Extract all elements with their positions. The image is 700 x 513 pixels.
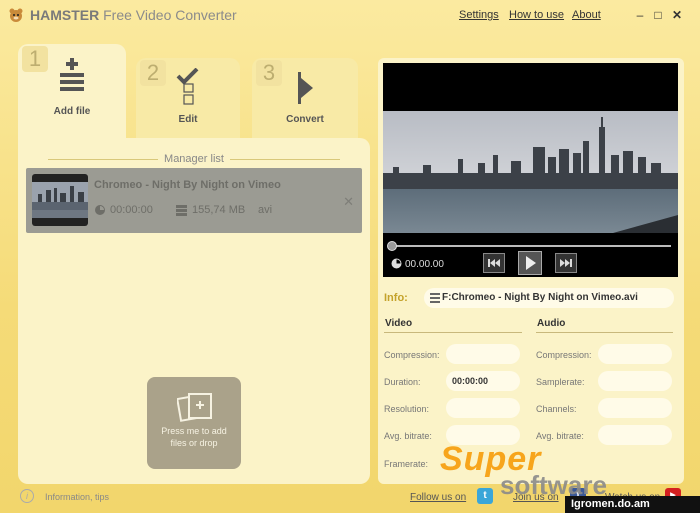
details-panel: 00.00.00 Info: F:Chromeo - Night By Nigh…: [378, 58, 684, 484]
clock-icon: [391, 258, 402, 269]
step-number: 3: [256, 60, 282, 86]
file-name: Chromeo - Night By Night on Vimeo: [94, 179, 281, 191]
audio-compression-label: Compression:: [536, 350, 592, 360]
add-files-drop-zone[interactable]: Press me to add files or drop: [147, 377, 241, 469]
audio-samplerate-label: Samplerate:: [536, 377, 585, 387]
video-resolution-field: [446, 398, 520, 418]
info-icon: i: [20, 489, 34, 503]
file-size-icon: [176, 205, 187, 216]
info-label: Info:: [384, 292, 408, 304]
list-icon: [430, 293, 440, 303]
video-section-title: Video: [385, 318, 413, 329]
file-size: 155,74 MB: [192, 204, 246, 216]
step-number: 1: [22, 46, 48, 72]
tab-label: Convert: [286, 114, 324, 125]
maximize-button[interactable]: □: [651, 8, 665, 22]
rewind-button[interactable]: [483, 253, 505, 273]
fast-forward-button[interactable]: [555, 253, 577, 273]
audio-section-title: Audio: [537, 318, 566, 329]
video-duration-field: 00:00:00: [446, 371, 520, 391]
list-item[interactable]: Chromeo - Night By Night on Vimeo 00:00:…: [26, 168, 362, 233]
close-button[interactable]: ✕: [670, 8, 684, 22]
video-bitrate-label: Avg. bitrate:: [384, 431, 432, 441]
menu-about[interactable]: About: [572, 9, 601, 21]
play-icon: [526, 256, 536, 270]
file-duration: 00:00:00: [110, 204, 153, 216]
clock-icon: [95, 205, 105, 215]
menu-how-to-use[interactable]: How to use: [509, 9, 564, 21]
divider: [384, 332, 522, 333]
add-list-icon: [60, 58, 84, 91]
watermark-site: Igromen.do.am: [565, 496, 700, 513]
file-path-field: F:Chromeo - Night By Night on Vimeo.avi: [424, 288, 674, 308]
app-window: HAMSTER Free Video Converter Settings Ho…: [0, 0, 700, 513]
video-compression-label: Compression:: [384, 350, 440, 360]
title-bar: HAMSTER Free Video Converter Settings Ho…: [0, 0, 700, 30]
file-format: avi: [258, 204, 273, 216]
convert-arrow-icon: [298, 72, 313, 104]
seek-handle[interactable]: [387, 241, 397, 251]
information-tips: Information, tips: [45, 492, 110, 502]
tab-edit[interactable]: 2 Edit: [136, 58, 240, 143]
hamster-logo-icon: [9, 8, 23, 22]
audio-channels-field: [598, 398, 672, 418]
video-player[interactable]: 00.00.00: [383, 63, 678, 277]
step-number: 2: [140, 60, 166, 86]
checklist-icon: [176, 68, 199, 105]
play-button[interactable]: [518, 251, 542, 275]
video-frame: [383, 111, 678, 233]
video-thumbnail: [32, 174, 88, 226]
minimize-button[interactable]: –: [633, 8, 647, 22]
video-framerate-label: Framerate:: [384, 459, 429, 469]
seek-bar[interactable]: [387, 241, 671, 251]
audio-samplerate-field: [598, 371, 672, 391]
app-title: HAMSTER Free Video Converter: [30, 7, 237, 23]
remove-file-icon[interactable]: ✕: [343, 194, 354, 210]
drop-zone-text: Press me to add files or drop: [161, 426, 227, 448]
follow-us-link[interactable]: Follow us on: [410, 492, 466, 503]
fast-forward-icon: [560, 259, 572, 267]
video-resolution-label: Resolution:: [384, 404, 430, 414]
playback-time: 00.00.00: [405, 259, 444, 270]
manager-list-title: Manager list: [18, 153, 370, 165]
twitter-icon[interactable]: t: [477, 488, 493, 504]
divider: [536, 332, 673, 333]
add-photos-icon: [177, 393, 212, 422]
tab-add-file[interactable]: 1 Add file: [18, 44, 126, 144]
audio-compression-field: [598, 344, 672, 364]
tab-label: Edit: [178, 114, 198, 125]
video-duration-label: Duration:: [384, 377, 421, 387]
tab-convert[interactable]: 3 Convert: [252, 58, 358, 143]
audio-channels-label: Channels:: [536, 404, 577, 414]
video-compression-field: [446, 344, 520, 364]
menu-settings[interactable]: Settings: [459, 9, 499, 21]
audio-bitrate-field: [598, 425, 672, 445]
manager-panel: Manager list Chromeo - Night By Night on…: [18, 138, 370, 484]
rewind-icon: [488, 259, 500, 267]
audio-bitrate-label: Avg. bitrate:: [536, 431, 584, 441]
tab-label: Add file: [53, 106, 91, 117]
